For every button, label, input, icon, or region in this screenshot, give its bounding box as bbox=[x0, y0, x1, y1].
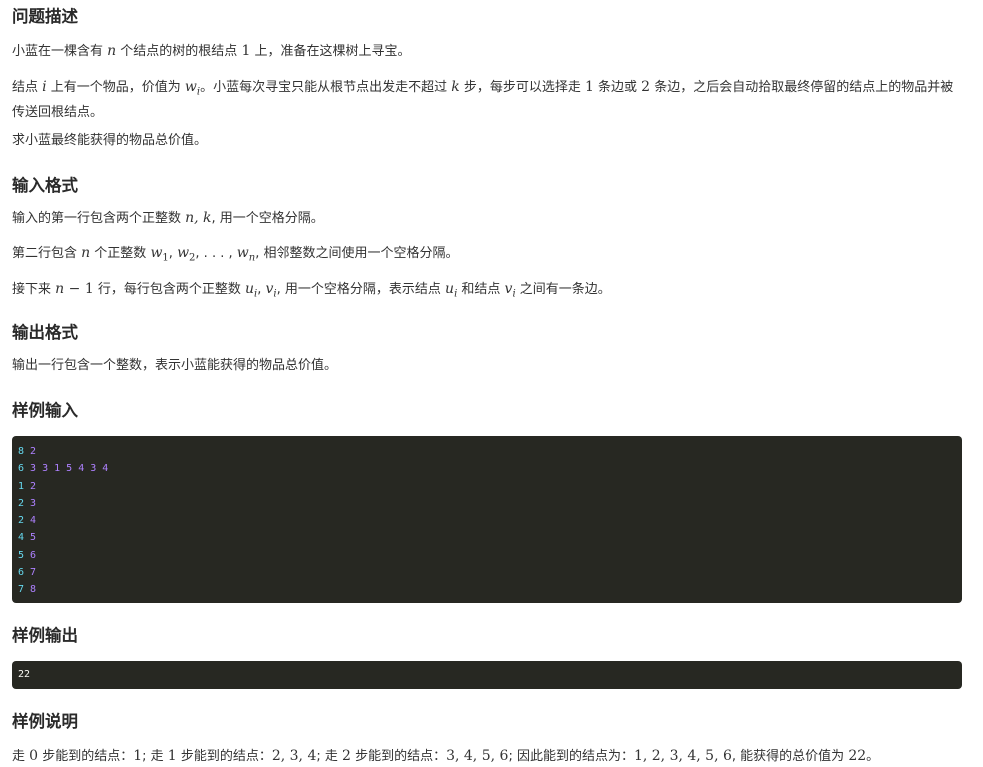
sample-output-value: 22 bbox=[18, 669, 31, 680]
sample-input-rest: 3 bbox=[24, 497, 37, 509]
sample-input-rest: 4 bbox=[24, 515, 37, 527]
sample-output-code-block[interactable]: 22 bbox=[12, 661, 962, 689]
sample-input-rest: 2 bbox=[24, 480, 37, 492]
problem-page: 问题描述 小蓝在一棵含有 n 个结点的树的根结点 1 上，准备在这棵树上寻宝。 … bbox=[0, 0, 983, 766]
sample-input-rest: 7 bbox=[24, 567, 37, 579]
sample-input-rest: 8 bbox=[24, 584, 37, 596]
sample-input-heading: 样例输入 bbox=[12, 401, 78, 420]
sample-input-rest: 6 bbox=[24, 549, 37, 561]
input-format-line-1: 输入的第一行包含两个正整数 n, k, 用一个空格分隔。 bbox=[12, 210, 324, 226]
sample-input-line: 1 2 bbox=[18, 478, 962, 495]
sample-input-line: 2 3 bbox=[18, 495, 962, 512]
sample-input-line: 7 8 bbox=[18, 581, 962, 598]
input-format-line-2: 第二行包含 n 个正整数 w1, w2, . . . , wn, 相邻整数之间使… bbox=[12, 245, 459, 264]
sample-input-line: 5 6 bbox=[18, 547, 962, 564]
description-paragraph-3: 求小蓝最终能获得的物品总价值。 bbox=[12, 133, 208, 148]
sample-input-rest: 2 bbox=[24, 446, 37, 457]
sample-input-line: 4 5 bbox=[18, 529, 962, 546]
output-format-line-1: 输出一行包含一个整数，表示小蓝能获得的物品总价值。 bbox=[12, 358, 338, 373]
sample-output-heading: 样例输出 bbox=[12, 626, 78, 645]
sample-input-line: 6 7 bbox=[18, 564, 962, 581]
sample-input-line: 6 3 3 1 5 4 3 4 bbox=[18, 460, 962, 477]
sample-explain-heading: 样例说明 bbox=[12, 712, 78, 731]
description-paragraph-2: 结点 i 上有一个物品，价值为 wi。小蓝每次寻宝只能从根节点出发走不超过 k … bbox=[12, 79, 954, 120]
sample-input-line: 2 4 bbox=[18, 512, 962, 529]
input-format-line-3: 接下来 n − 1 行，每行包含两个正整数 ui, vi, 用一个空格分隔，表示… bbox=[12, 281, 611, 300]
description-heading: 问题描述 bbox=[12, 7, 78, 26]
description-paragraph-1: 小蓝在一棵含有 n 个结点的树的根结点 1 上，准备在这棵树上寻宝。 bbox=[12, 43, 411, 59]
sample-input-rest: 3 3 1 5 4 3 4 bbox=[24, 463, 109, 475]
input-format-heading: 输入格式 bbox=[12, 176, 78, 195]
sample-explain-line: 走 0 步能到的结点：1; 走 1 步能到的结点：2, 3, 4; 走 2 步能… bbox=[12, 748, 880, 764]
sample-input-rest: 5 bbox=[24, 532, 37, 544]
output-format-heading: 输出格式 bbox=[12, 323, 78, 342]
sample-input-line: 8 2 bbox=[18, 443, 962, 460]
sample-input-code-block[interactable]: 8 26 3 3 1 5 4 3 41 22 32 44 55 66 77 8 bbox=[12, 436, 962, 603]
